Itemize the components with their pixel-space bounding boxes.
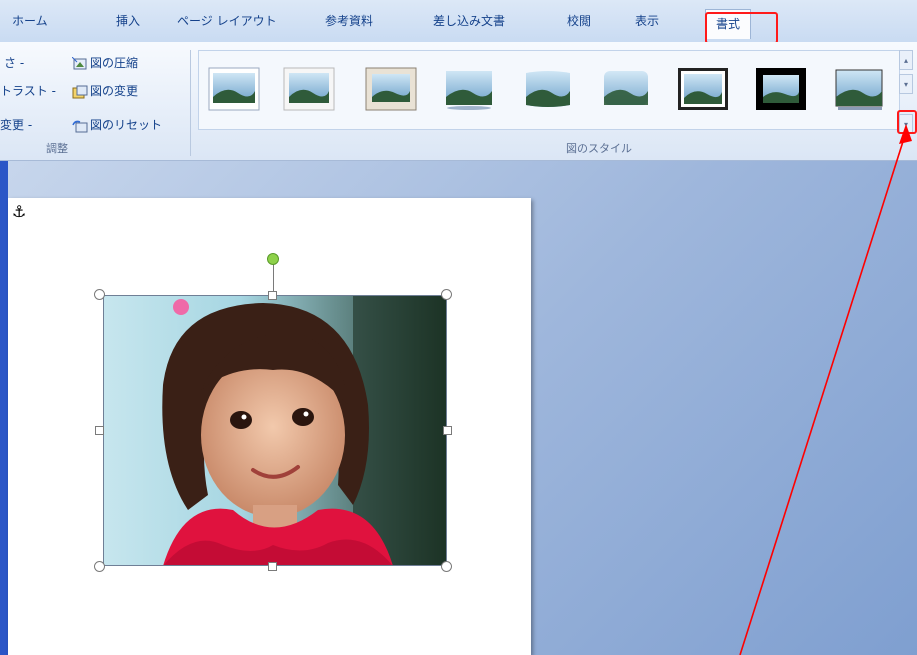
annotation-arrow	[739, 124, 912, 655]
